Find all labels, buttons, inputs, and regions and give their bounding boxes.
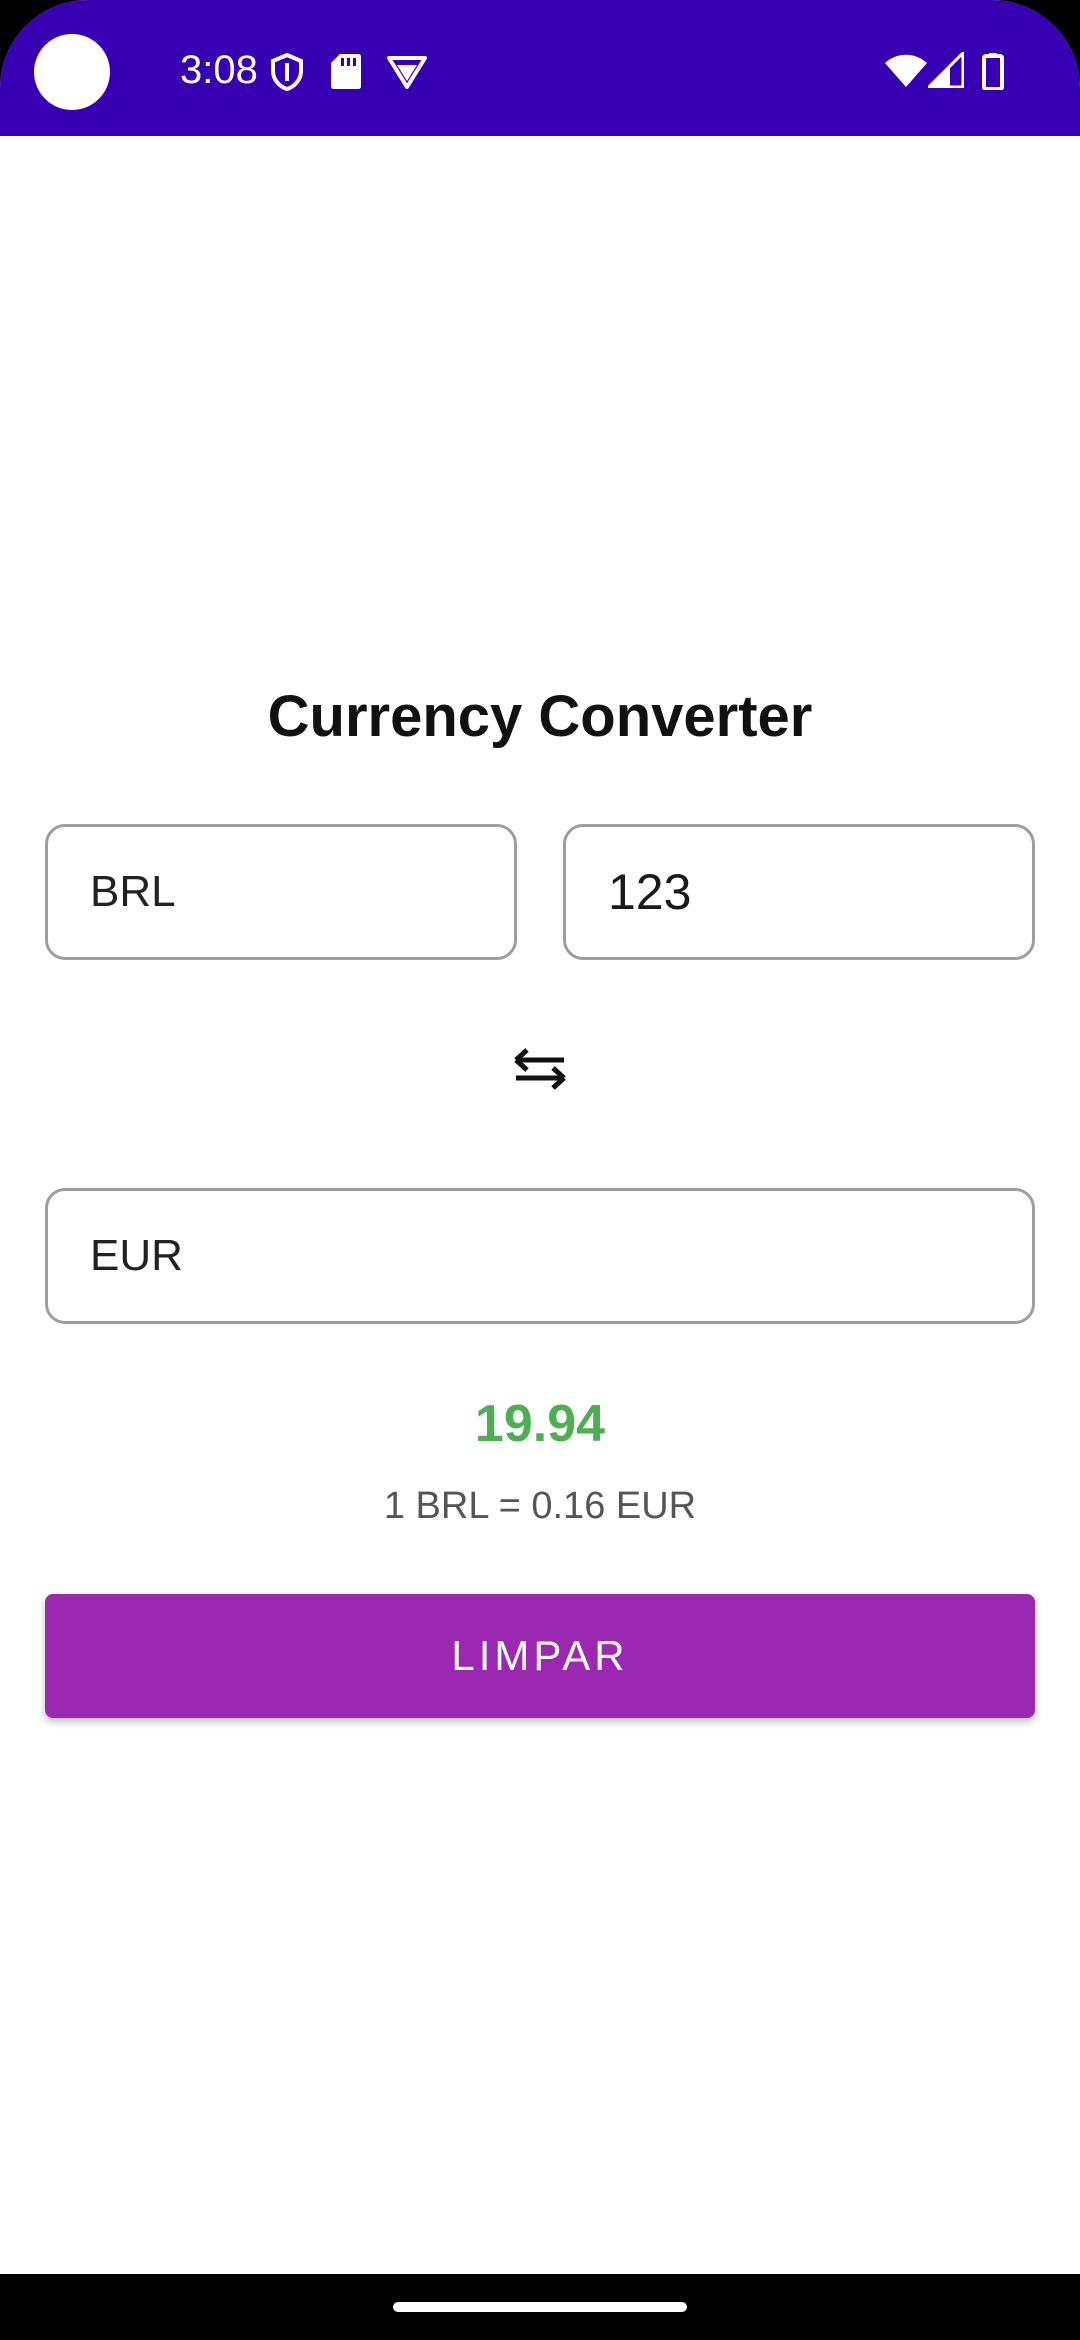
swap-arrows-icon[interactable] — [510, 1044, 570, 1094]
battery-icon — [982, 53, 1004, 90]
status-time: 3:08 — [180, 48, 258, 92]
camera-cutout — [34, 34, 110, 110]
sd-card-icon — [331, 54, 361, 89]
conversion-result: 19.94 — [474, 1395, 606, 1453]
wifi-icon — [885, 54, 927, 87]
data-saver-icon — [387, 56, 427, 89]
home-gesture-handle[interactable] — [393, 2302, 687, 2312]
page-title: Currency Converter — [267, 684, 813, 749]
app-screen: 3:08 Currency Converter BRL 123 EUR 19.9… — [0, 0, 1080, 2340]
amount-input[interactable]: 123 — [563, 824, 1035, 960]
clear-button[interactable]: LIMPAR — [45, 1594, 1035, 1718]
status-bar: 3:08 — [0, 0, 1080, 136]
to-currency-select[interactable]: EUR — [45, 1188, 1035, 1324]
from-currency-select[interactable]: BRL — [45, 824, 517, 960]
cellular-signal-icon — [928, 52, 964, 88]
exchange-rate: 1 BRL = 0.16 EUR — [383, 1485, 697, 1527]
vpn-shield-icon — [271, 52, 303, 92]
